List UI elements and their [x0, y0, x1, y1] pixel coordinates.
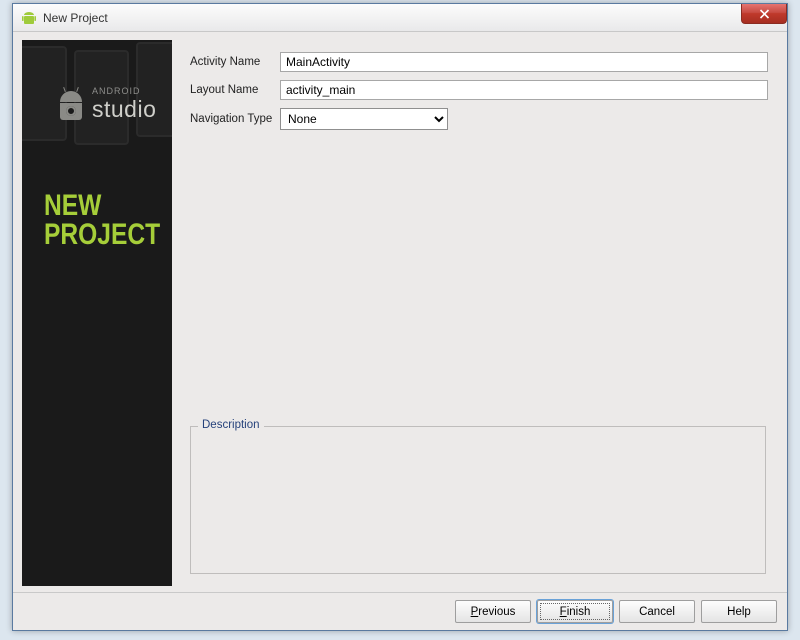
layout-name-label: Layout Name — [190, 84, 280, 96]
button-bar: Previous Finish Cancel Help — [13, 592, 787, 630]
description-legend: Description — [198, 419, 264, 431]
activity-name-input[interactable] — [280, 52, 768, 72]
titlebar: New Project — [13, 4, 787, 32]
navigation-type-label: Navigation Type — [190, 113, 280, 125]
window-title: New Project — [43, 11, 108, 25]
android-studio-icon — [21, 10, 37, 26]
brand-small: ANDROID — [92, 86, 156, 96]
dialog-window: New Project ANDROID studio NEW PROJ — [12, 3, 788, 631]
content-area: ANDROID studio NEW PROJECT Activity Name… — [13, 32, 787, 592]
navigation-type-select[interactable]: None — [280, 108, 448, 130]
close-button[interactable] — [741, 4, 787, 24]
finish-button[interactable]: Finish — [537, 600, 613, 623]
brand-large: studio — [92, 96, 156, 123]
android-robot-icon — [56, 88, 86, 122]
wizard-sidebar: ANDROID studio NEW PROJECT — [22, 40, 172, 586]
activity-name-label: Activity Name — [190, 56, 280, 68]
cancel-button[interactable]: Cancel — [619, 600, 695, 623]
previous-button[interactable]: Previous — [455, 600, 531, 623]
wizard-heading: NEW PROJECT — [44, 192, 172, 249]
form-panel: Activity Name Layout Name Navigation Typ… — [172, 40, 778, 586]
description-group: Description — [190, 426, 766, 574]
layout-name-input[interactable] — [280, 80, 768, 100]
help-button[interactable]: Help — [701, 600, 777, 623]
brand-block: ANDROID studio — [56, 86, 156, 123]
